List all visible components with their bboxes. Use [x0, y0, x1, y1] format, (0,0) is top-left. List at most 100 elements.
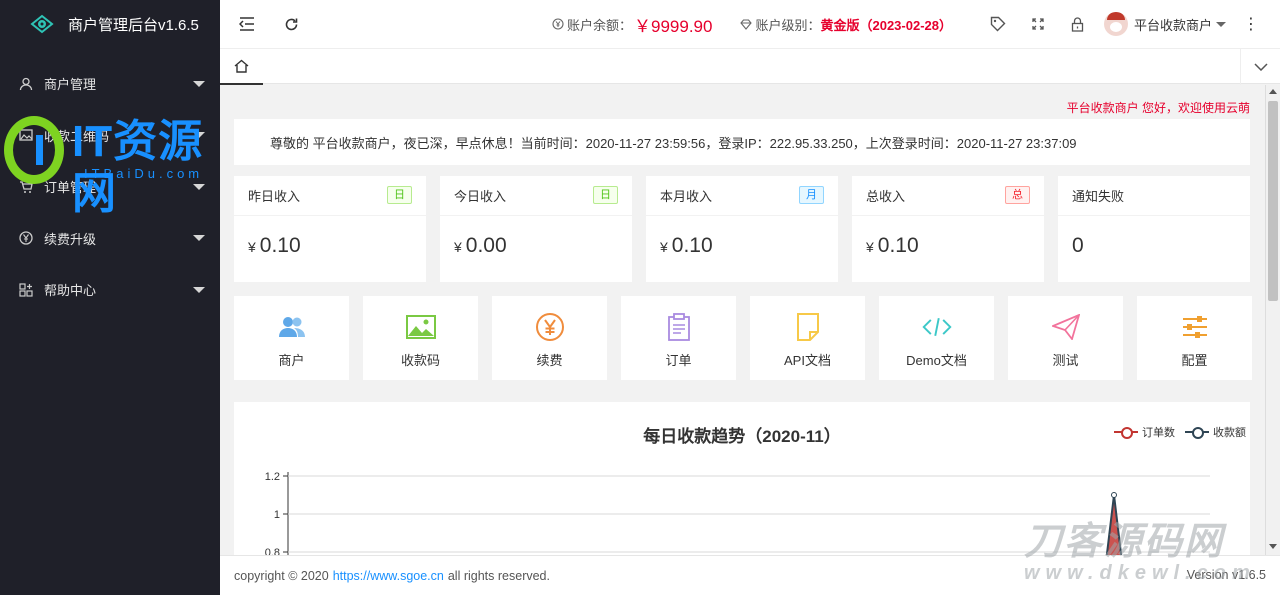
picture-icon: [405, 312, 436, 342]
app-title: 商户管理后台v1.6.5: [68, 16, 199, 34]
more-vertical-icon[interactable]: ⋮: [1236, 14, 1266, 34]
top-header: 账户余额： ￥9999.90 账户级别： 黄金版（2023-02-28） 平台收…: [220, 0, 1280, 48]
chart-title: 每日收款趋势（2020-11）: [643, 427, 841, 446]
sidebar-item-renew[interactable]: 续费升级: [0, 213, 220, 265]
scroll-thumb[interactable]: [1268, 101, 1278, 301]
currency-symbol: ¥: [248, 239, 256, 255]
stat-card: 总收入 总 ¥0.10: [852, 176, 1044, 282]
shortcut-label: 收款码: [400, 353, 440, 368]
legend-item-orders[interactable]: 订单数: [1114, 424, 1175, 440]
shortcut-test[interactable]: 测试: [1008, 296, 1123, 380]
shortcut-orders[interactable]: 订单: [621, 296, 736, 380]
currency-symbol: ¥: [660, 239, 668, 255]
shortcut-label: 测试: [1052, 353, 1079, 368]
document-icon: [793, 312, 823, 342]
clipboard-icon: [664, 312, 694, 342]
home-icon: [234, 59, 249, 73]
version-label: Version v1.6.5: [1186, 568, 1266, 582]
yen-icon: [18, 230, 34, 246]
welcome-marquee: 平台收款商户 您好，欢迎使用云萌: [1066, 101, 1250, 115]
sidebar-item-help[interactable]: 帮助中心: [0, 264, 220, 316]
shortcut-label: 配置: [1181, 353, 1208, 368]
vertical-scrollbar[interactable]: [1265, 85, 1280, 555]
yen-circle-icon: [535, 312, 565, 342]
tab-bar: [220, 48, 1280, 85]
user-menu[interactable]: 平台收款商户: [1103, 12, 1226, 36]
stat-badge: 日: [593, 186, 618, 204]
sidebar-item-label: 续费升级: [44, 231, 97, 247]
chevron-down-icon: [193, 80, 205, 87]
scroll-up-icon[interactable]: [1269, 89, 1277, 94]
shortcut-demo-docs[interactable]: Demo文档: [879, 296, 994, 380]
avatar: [1103, 12, 1128, 36]
lock-icon[interactable]: [1058, 0, 1098, 48]
trend-chart-card: 1.2 1 0.8 每日收款趋势（2020-11） 订单数 收款额: [234, 402, 1250, 555]
y-tick-label: 1: [274, 509, 280, 521]
stat-amount: 0.00: [465, 234, 507, 257]
stat-card: 昨日收入 日 ¥0.10: [234, 176, 426, 282]
login-notice: 尊敬的 平台收款商户，夜已深，早点休息！当前时间：2020-11-27 23:5…: [234, 119, 1250, 165]
username: 平台收款商户: [1133, 17, 1212, 33]
copyright-prefix: copyright © 2020: [234, 568, 329, 583]
sidebar-item-orders[interactable]: 订单管理: [0, 161, 220, 213]
stat-value: ¥0.10: [866, 234, 919, 258]
app-logo[interactable]: 商户管理后台v1.6.5: [0, 0, 220, 48]
chevron-down-icon: [193, 235, 205, 242]
stat-amount: 0: [1072, 234, 1084, 257]
data-point[interactable]: [1111, 492, 1117, 498]
sidebar-item-qrcode[interactable]: 收款二维码: [0, 110, 220, 162]
image-icon: [18, 127, 34, 143]
tag-icon[interactable]: [978, 0, 1018, 48]
refresh-icon[interactable]: [278, 11, 304, 37]
marquee-container: 平台收款商户 您好，欢迎使用云萌: [234, 97, 1250, 117]
legend-label: 收款额: [1213, 427, 1246, 439]
sidebar-item-label: 订单管理: [44, 180, 97, 196]
page-footer: copyright © 2020 https://www.sgoe.cn all…: [220, 555, 1280, 595]
stat-label: 通知失败: [1058, 176, 1250, 216]
shortcut-merchant[interactable]: 商户: [234, 296, 349, 380]
fullscreen-icon[interactable]: [1018, 0, 1058, 48]
shortcut-config[interactable]: 配置: [1137, 296, 1252, 380]
account-level: 账户级别： 黄金版（2023-02-28）: [740, 15, 952, 34]
stats-cards: 昨日收入 日 ¥0.10 今日收入 日 ¥0.00 本月收入 月 ¥0.10 总…: [234, 176, 1250, 282]
copyright-suffix: all rights reserved.: [447, 568, 550, 583]
shortcut-api-docs[interactable]: API文档: [750, 296, 865, 380]
stat-badge: 日: [387, 186, 412, 204]
chevron-down-icon: [193, 286, 205, 293]
legend-item-amount[interactable]: 收款额: [1185, 424, 1246, 440]
shortcut-grid: 商户 收款码 续费 订单 API文档 Demo文档 测试 配置: [234, 296, 1252, 380]
chevron-down-icon: [1253, 63, 1268, 71]
site-link[interactable]: https://www.sgoe.cn: [333, 569, 444, 583]
chart-legend: 订单数 收款额: [1114, 424, 1246, 440]
users-icon: [277, 312, 307, 342]
sidebar-item-merchant[interactable]: 商户管理: [0, 58, 220, 110]
notice-text: 尊敬的 平台收款商户，夜已深，早点休息！当前时间：2020-11-27 23:5…: [270, 135, 1077, 151]
menu-collapse-icon[interactable]: [234, 11, 260, 37]
level-label: 账户级别：: [755, 17, 821, 33]
legend-line-icon: [1114, 426, 1138, 439]
legend-label: 订单数: [1142, 427, 1175, 439]
currency-symbol: ¥: [454, 239, 462, 255]
stat-badge: 总: [1005, 186, 1030, 204]
shortcut-renew[interactable]: 续费: [492, 296, 607, 380]
tab-dropdown[interactable]: [1240, 49, 1280, 85]
balance-label: 账户余额：: [567, 17, 633, 33]
stat-card: 通知失败 0: [1058, 176, 1250, 282]
scroll-down-icon[interactable]: [1269, 544, 1277, 549]
stat-amount: 0.10: [877, 234, 919, 257]
y-tick-label: 0.8: [265, 547, 280, 555]
chevron-down-icon: [193, 183, 205, 190]
shortcut-qrcode[interactable]: 收款码: [363, 296, 478, 380]
shortcut-label: 商户: [278, 353, 305, 368]
caret-down-icon: [1216, 21, 1226, 27]
user-icon: [18, 76, 34, 92]
tab-home[interactable]: [220, 49, 263, 85]
logo-icon: [30, 12, 54, 36]
shortcut-label: 订单: [665, 353, 692, 368]
code-icon: [921, 312, 952, 342]
currency-symbol: ¥: [866, 239, 874, 255]
chevron-down-icon: [193, 132, 205, 139]
sliders-icon: [1180, 312, 1210, 342]
sidebar-item-label: 帮助中心: [44, 283, 97, 299]
shortcut-label: Demo文档: [906, 353, 967, 368]
